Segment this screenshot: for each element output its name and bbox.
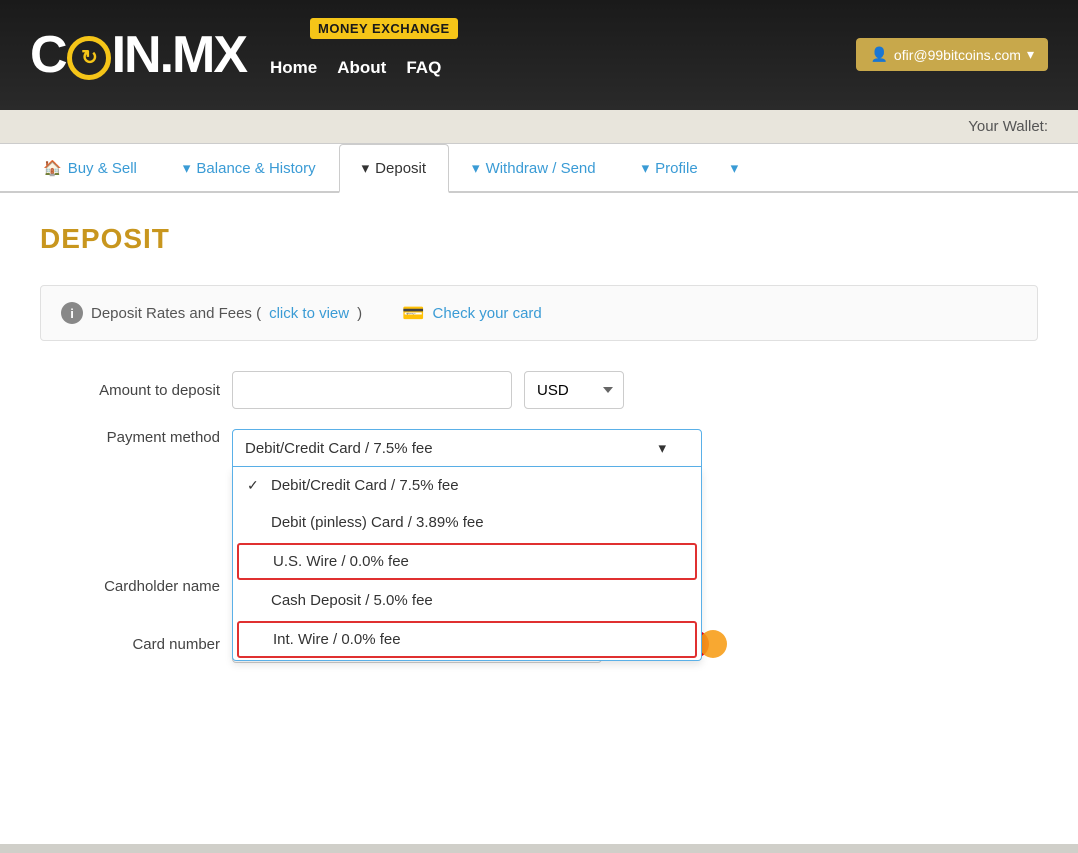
currency-select[interactable]: USD EUR BTC [524, 371, 624, 409]
main-content: 🏠 Buy & Sell ▾ Balance & History ▾ Depos… [0, 144, 1078, 844]
checkmark-icon: ✓ [247, 477, 263, 494]
payment-option-cash-deposit[interactable]: ✓ Cash Deposit / 5.0% fee [233, 582, 701, 619]
tab-bar: 🏠 Buy & Sell ▾ Balance & History ▾ Depos… [0, 144, 1078, 193]
check-card-item: 💳 Check your card [402, 303, 542, 324]
payment-option-int-wire[interactable]: ✓ Int. Wire / 0.0% fee [237, 621, 697, 658]
selected-payment-text: Debit/Credit Card / 7.5% fee [245, 440, 433, 457]
credit-card-icon: 💳 [402, 303, 424, 324]
main-nav: Home About FAQ [270, 58, 441, 78]
cardholder-label: Cardholder name [40, 578, 220, 595]
home-icon: 🏠 [43, 159, 62, 177]
chevron-icon: ▾ [472, 159, 480, 177]
rates-info-item: i Deposit Rates and Fees ( click to view… [61, 302, 362, 324]
nav-faq[interactable]: FAQ [406, 58, 441, 78]
nav-about[interactable]: About [337, 58, 386, 78]
wallet-label: Your Wallet: [968, 118, 1048, 135]
logo-o-icon: ↻ [67, 36, 111, 80]
payment-option-us-wire[interactable]: ✓ U.S. Wire / 0.0% fee [237, 543, 697, 580]
tab-balance-history[interactable]: ▾ Balance & History [160, 144, 339, 191]
info-icon: i [61, 302, 83, 324]
chevron-icon: ▾ [362, 159, 370, 177]
payment-method-row: Payment method Debit/Credit Card / 7.5% … [40, 429, 1038, 467]
payment-option-debit-pinless[interactable]: ✓ Debit (pinless) Card / 3.89% fee [233, 504, 701, 541]
nav-home[interactable]: Home [270, 58, 317, 78]
dropdown-arrow-icon: ▾ [1027, 46, 1034, 63]
logo-text: C↻IN.MX [30, 29, 246, 81]
click-to-view-link[interactable]: click to view [269, 305, 349, 322]
payment-label: Payment method [40, 429, 220, 446]
site-header: C↻IN.MX MONEY EXCHANGE Home About FAQ 👤 … [0, 0, 1078, 110]
user-menu-button[interactable]: 👤 ofir@99bitcoins.com ▾ [856, 38, 1048, 71]
rates-end: ) [357, 305, 362, 322]
payment-dropdown-menu: ✓ Debit/Credit Card / 7.5% fee ✓ Debit (… [232, 467, 702, 661]
rates-label: Deposit Rates and Fees ( [91, 305, 261, 322]
logo: C↻IN.MX [30, 29, 246, 81]
deposit-content: DEPOSIT i Deposit Rates and Fees ( click… [0, 193, 1078, 713]
check-card-link[interactable]: Check your card [433, 305, 542, 322]
payment-select-display[interactable]: Debit/Credit Card / 7.5% fee ▾ [232, 429, 702, 467]
tab-withdraw-send[interactable]: ▾ Withdraw / Send [449, 144, 619, 191]
card-number-label: Card number [40, 636, 220, 653]
mc-orange-circle [699, 630, 727, 658]
amount-input[interactable] [232, 371, 512, 409]
tab-buy-sell[interactable]: 🏠 Buy & Sell [20, 144, 160, 191]
user-icon: 👤 [870, 46, 887, 63]
amount-row: Amount to deposit USD EUR BTC [40, 371, 1038, 409]
chevron-icon: ▾ [183, 159, 191, 177]
user-email: ofir@99bitcoins.com [894, 47, 1021, 63]
chevron-icon: ▾ [642, 159, 650, 177]
amount-label: Amount to deposit [40, 382, 220, 399]
dropdown-arrow-icon: ▾ [658, 439, 666, 457]
page-title: DEPOSIT [40, 223, 1038, 255]
tab-profile[interactable]: ▾ Profile [619, 144, 721, 191]
tab-deposit[interactable]: ▾ Deposit [339, 144, 449, 193]
payment-option-debit-credit[interactable]: ✓ Debit/Credit Card / 7.5% fee [233, 467, 701, 504]
payment-dropdown-container: Debit/Credit Card / 7.5% fee ▾ ✓ Debit/C… [232, 429, 702, 467]
wallet-bar: Your Wallet: [0, 110, 1078, 144]
money-exchange-badge: MONEY EXCHANGE [310, 18, 458, 39]
tabs-more-button[interactable]: ▾ [721, 145, 749, 191]
badge-nav-area: MONEY EXCHANGE Home About FAQ [250, 33, 441, 78]
info-bar: i Deposit Rates and Fees ( click to view… [40, 285, 1038, 341]
